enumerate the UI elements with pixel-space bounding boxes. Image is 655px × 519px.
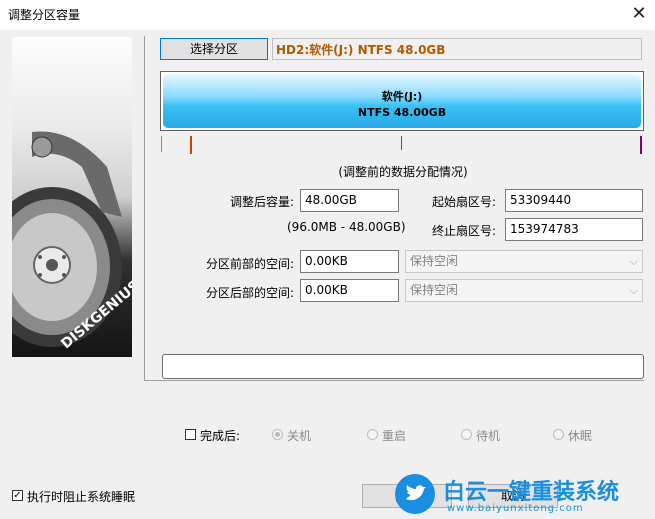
after-completion-label: 完成后:	[200, 429, 241, 443]
size-input[interactable]: 48.00GB	[300, 189, 399, 212]
size-range-text: (96.0MB - 48.00GB)	[287, 220, 406, 234]
hibernate-label: 休眠	[568, 429, 593, 443]
twitter-bird-icon	[395, 474, 435, 514]
size-label: 调整后容量:	[229, 195, 294, 209]
scale-tick-mid	[401, 136, 402, 150]
standby-label: 待机	[476, 429, 501, 443]
space-after-input[interactable]: 0.00KB	[300, 279, 399, 302]
shutdown-radio[interactable]	[272, 429, 283, 440]
standby-radio[interactable]	[461, 429, 472, 440]
space-before-label: 分区前部的空间:	[205, 257, 294, 271]
space-after-label: 分区后部的空间:	[205, 286, 294, 300]
chevron-down-icon: ⌵	[629, 284, 638, 297]
section-caption: (调整前的数据分配情况)	[338, 165, 468, 179]
end-sector-input[interactable]: 153974783	[505, 218, 643, 241]
space-before-option: 保持空闲	[410, 254, 459, 268]
prevent-sleep-checkbox[interactable]: ✓	[12, 490, 23, 501]
watermark-title: 白云一键重装系统	[443, 480, 620, 505]
end-sector-label: 终止扇区号:	[431, 224, 496, 238]
separator-vertical	[144, 36, 145, 380]
scale-tick-start	[190, 136, 192, 154]
prevent-sleep-label: 执行时阻止系统睡眠	[27, 490, 136, 504]
title-bar	[0, 0, 655, 30]
space-after-dropdown[interactable]: 保持空闲 ⌵	[405, 279, 643, 302]
partition-detail: NTFS 48.00GB	[357, 106, 447, 119]
restart-radio[interactable]	[367, 429, 378, 440]
separator-horizontal	[144, 380, 644, 381]
disk-info-text: HD2:软件(J:) NTFS 48.0GB	[276, 43, 446, 57]
partition-name: 软件(J:)	[381, 90, 423, 103]
scale-tick	[161, 136, 162, 152]
watermark-url: www.baiyunxitong.com	[447, 503, 584, 514]
watermark: 白云一键重装系统 www.baiyunxitong.com	[395, 472, 653, 516]
close-icon[interactable]: ✕	[626, 2, 652, 26]
space-after-option: 保持空闲	[410, 283, 459, 297]
space-before-input[interactable]: 0.00KB	[300, 250, 399, 273]
scale-tick-end	[640, 136, 642, 154]
space-before-dropdown[interactable]: 保持空闲 ⌵	[405, 250, 643, 273]
brand-panel: DISKGENIUS	[12, 37, 132, 357]
progress-bar	[162, 354, 644, 379]
shutdown-label: 关机	[287, 429, 312, 443]
window-title: 调整分区容量	[8, 8, 81, 22]
start-sector-label: 起始扇区号:	[431, 195, 496, 209]
start-sector-input[interactable]: 53309440	[505, 189, 643, 212]
restart-label: 重启	[382, 429, 407, 443]
after-completion-checkbox[interactable]	[185, 429, 196, 440]
select-partition-button[interactable]: 选择分区	[160, 38, 268, 60]
hibernate-radio[interactable]	[553, 429, 564, 440]
chevron-down-icon: ⌵	[629, 255, 638, 268]
